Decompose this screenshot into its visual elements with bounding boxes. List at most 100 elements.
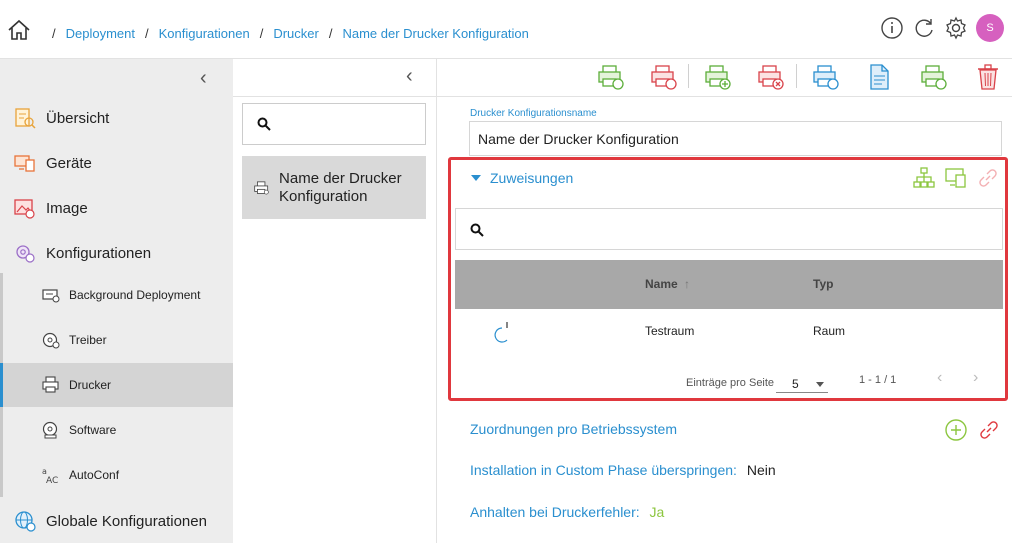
top-header: / Deployment / Konfigurationen / Drucker… (0, 0, 1012, 59)
caret-down-icon (471, 175, 481, 181)
sidebar-subitem-label: Software (69, 423, 117, 437)
breadcrumb-separator: / (328, 26, 333, 41)
printer-deploy-icon[interactable] (810, 62, 840, 92)
table-pagination: Einträge pro Seite 5 1 - 1 / 1 ‹ › (455, 365, 1003, 395)
page-size-select[interactable]: 5 (776, 371, 828, 393)
assignments-search-input[interactable] (455, 208, 1003, 250)
home-icon[interactable] (7, 18, 31, 42)
sidebar-item-uebersicht[interactable]: Übersicht (0, 96, 233, 140)
halt-on-error-value[interactable]: Ja (650, 504, 665, 520)
column-header-typ[interactable]: Typ (813, 277, 833, 291)
sidebar-subitem-drucker[interactable]: Drucker (0, 363, 233, 407)
add-circle-icon[interactable] (944, 418, 968, 442)
sidebar-item-label: Globale Konfigurationen (46, 512, 207, 530)
sidebar-item-label: Image (46, 199, 88, 217)
add-printer-icon[interactable] (702, 62, 732, 92)
halt-on-error-label: Anhalten bei Druckerfehler: (470, 504, 640, 520)
sort-arrow-up-icon: ↑ (684, 277, 691, 291)
search-icon (257, 117, 271, 131)
toolbar-bottom-border (233, 96, 1012, 97)
assignments-toggle[interactable]: Zuweisungen (471, 170, 573, 186)
sidebar: ‹ Übersicht Geräte Image Konfigurationen… (0, 59, 233, 543)
delete-trash-icon[interactable] (973, 62, 1003, 92)
assignments-title: Zuweisungen (490, 170, 574, 186)
info-icon[interactable] (880, 16, 904, 40)
unlink-icon[interactable] (976, 166, 1000, 190)
sidebar-item-geraete[interactable]: Geräte (0, 141, 233, 185)
sidebar-subitem-treiber[interactable]: Treiber (0, 318, 233, 362)
remove-printer-icon[interactable] (755, 62, 785, 92)
hierarchy-tree-icon[interactable] (912, 166, 936, 190)
list-search-input[interactable] (242, 103, 426, 145)
skip-custom-phase-label: Installation in Custom Phase überspringe… (470, 462, 737, 478)
image-icon (14, 199, 35, 219)
skip-custom-phase-field: Installation in Custom Phase überspringe… (470, 462, 776, 478)
sidebar-item-label: Konfigurationen (46, 244, 152, 262)
sidebar-subitem-autoconf[interactable]: a AC AutoConf (0, 453, 233, 497)
sidebar-collapse-chevron-icon[interactable]: ‹ (200, 67, 207, 90)
printer-icon (254, 180, 269, 194)
printer-settings-red-icon[interactable] (648, 62, 678, 92)
breadcrumb: / Deployment / Konfigurationen / Drucker… (42, 26, 529, 41)
sidebar-item-konfigurationen[interactable]: Konfigurationen (0, 231, 233, 275)
printer-sync-icon[interactable] (918, 62, 948, 92)
cell-name: Testraum (645, 324, 695, 338)
dropdown-caret-icon (816, 382, 824, 387)
previous-page-chevron-icon[interactable]: ‹ (937, 369, 942, 387)
sidebar-subitem-label: Drucker (69, 378, 112, 392)
column-header-label: Name (645, 277, 678, 291)
printer-settings-green-icon[interactable] (595, 62, 625, 92)
sidebar-subitem-background-deployment[interactable]: Background Deployment (0, 273, 233, 317)
os-assignments-actions (944, 418, 1001, 442)
config-name-input[interactable]: Name der Drucker Konfiguration (469, 121, 1002, 156)
configurations-icon (16, 245, 35, 263)
page-range-text: 1 - 1 / 1 (859, 374, 897, 386)
unlink-red-icon[interactable] (977, 418, 1001, 442)
toolbar-divider (688, 64, 689, 88)
config-name-label: Drucker Konfigurationsname (470, 108, 597, 119)
assignments-actions (912, 166, 1000, 190)
sidebar-subitem-label: Background Deployment (69, 288, 201, 302)
autoconf-icon: a AC (42, 467, 58, 484)
breadcrumb-drucker[interactable]: Drucker (273, 26, 319, 41)
assign-device-icon[interactable] (944, 166, 968, 190)
printer-icon (42, 376, 59, 393)
list-item[interactable]: Name der Drucker Konfiguration (242, 156, 426, 219)
breadcrumb-konfigurationen[interactable]: Konfigurationen (159, 26, 250, 41)
next-page-chevron-icon[interactable]: › (973, 369, 978, 387)
driver-icon (42, 332, 60, 349)
column-header-name[interactable]: Name ↑ (645, 277, 690, 291)
os-assignments-label[interactable]: Zuordnungen pro Betriebssystem (470, 421, 677, 437)
header-actions: S (880, 14, 1004, 42)
page-size-value: 5 (792, 377, 799, 391)
table-row[interactable]: Testraum Raum (455, 309, 1003, 355)
refresh-icon[interactable] (912, 16, 936, 40)
skip-custom-phase-value[interactable]: Nein (747, 462, 776, 478)
assignments-table-header: Name ↑ Typ (455, 260, 1003, 309)
svg-text:AC: AC (46, 476, 58, 484)
breadcrumb-separator: / (52, 26, 56, 41)
list-collapse-chevron-icon[interactable]: ‹ (406, 65, 413, 88)
toolbar-divider (796, 64, 797, 88)
breadcrumb-separator: / (259, 26, 264, 41)
sidebar-item-label: Geräte (46, 154, 92, 172)
devices-icon (14, 155, 35, 172)
search-icon (470, 223, 484, 237)
copy-document-icon[interactable] (864, 62, 894, 92)
software-icon (42, 421, 58, 439)
breadcrumb-deployment[interactable]: Deployment (66, 26, 135, 41)
user-avatar[interactable]: S (976, 14, 1004, 42)
loading-spinner-icon (494, 322, 508, 343)
sidebar-subitem-software[interactable]: Software (0, 408, 233, 452)
breadcrumb-current[interactable]: Name der Drucker Konfiguration (342, 26, 528, 41)
settings-gear-icon[interactable] (944, 16, 968, 40)
page-size-label: Einträge pro Seite (686, 377, 775, 389)
sidebar-subitem-label: AutoConf (69, 468, 120, 482)
halt-on-error-field: Anhalten bei Druckerfehler: Ja (470, 504, 664, 520)
svg-text:a: a (42, 467, 47, 476)
sidebar-item-label: Übersicht (46, 109, 110, 127)
sidebar-item-globale-konfigurationen[interactable]: Globale Konfigurationen (0, 499, 233, 543)
sidebar-item-image[interactable]: Image (0, 186, 233, 230)
sidebar-subitem-label: Treiber (69, 333, 107, 347)
overview-icon (15, 108, 36, 129)
